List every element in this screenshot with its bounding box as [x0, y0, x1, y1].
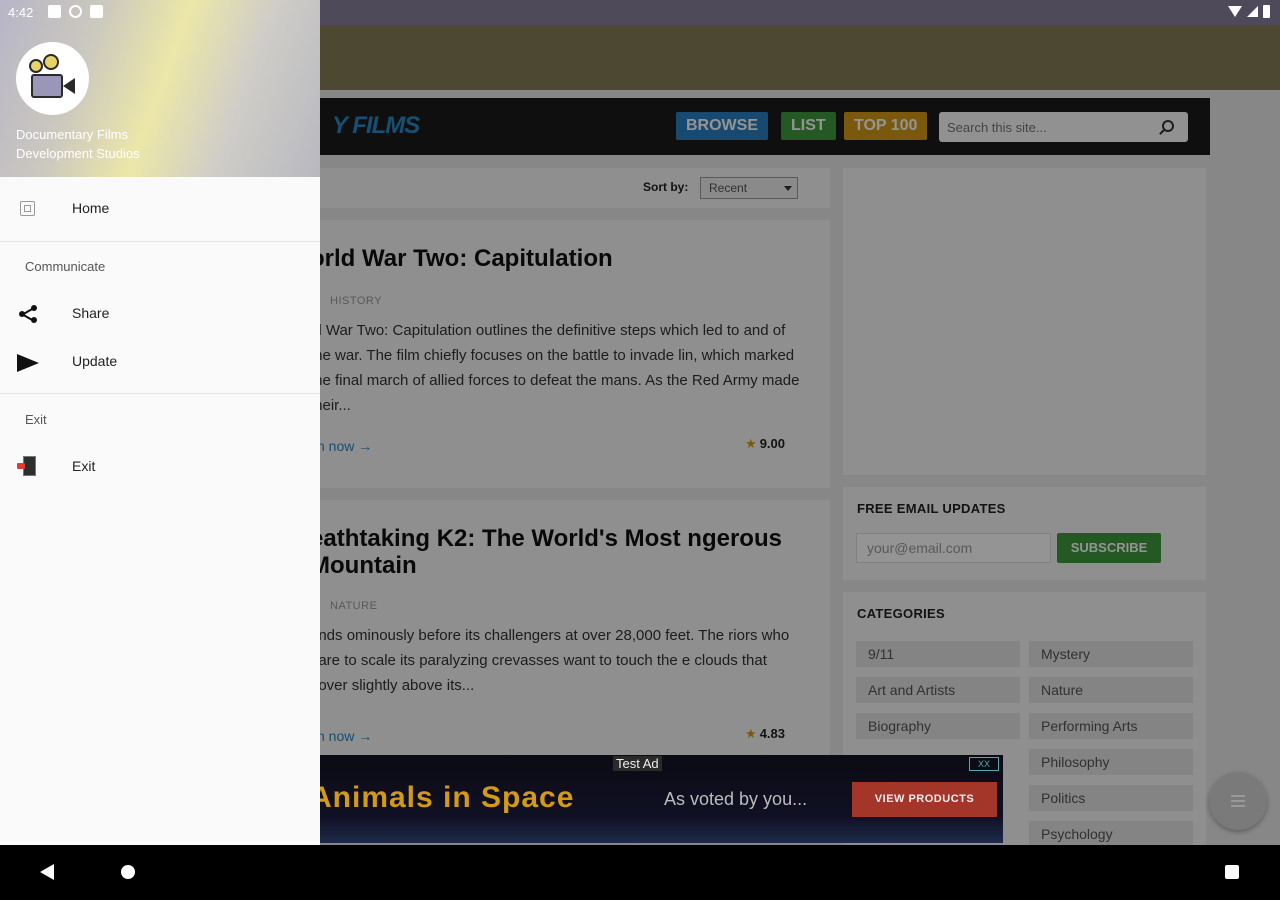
- system-nav-bar: [0, 845, 1280, 900]
- drawer-item-label: Share: [72, 305, 110, 321]
- notification-icon: [69, 5, 82, 18]
- drawer-item-label: Home: [72, 200, 110, 216]
- home-icon: [20, 201, 35, 216]
- app-name-line: Development Studios: [16, 146, 140, 161]
- notification-icon: [90, 5, 103, 18]
- back-icon[interactable]: [40, 864, 54, 880]
- drawer-item-update[interactable]: Update: [0, 338, 320, 386]
- navigation-drawer: 4:42 Documentary Films Development Studi…: [0, 0, 320, 845]
- drawer-item-label: Update: [72, 353, 118, 369]
- drawer-item-exit[interactable]: Exit: [0, 443, 320, 491]
- section-header-exit: Exit: [25, 412, 47, 427]
- notification-icon: [48, 5, 61, 18]
- section-header-communicate: Communicate: [25, 259, 106, 274]
- drawer-app-name: Documentary Films Development Studios: [16, 125, 140, 163]
- drawer-status-area: 4:42: [0, 0, 320, 25]
- share-icon: [17, 303, 39, 325]
- app-avatar: [16, 42, 89, 115]
- drawer-header: 4:42 Documentary Films Development Studi…: [0, 0, 320, 177]
- test-ad-label: Test Ad: [613, 756, 662, 771]
- floating-action-button[interactable]: [1209, 772, 1267, 830]
- notification-icons: [48, 5, 103, 18]
- ad-subtext: As voted by you...: [664, 789, 808, 809]
- ad-banner[interactable]: Test Ad XX Animals in Space As voted by …: [280, 755, 1003, 843]
- battery-icon: [1263, 5, 1270, 18]
- divider: [0, 393, 320, 394]
- drawer-item-label: Exit: [72, 458, 96, 474]
- drawer-item-home[interactable]: Home: [0, 185, 320, 233]
- menu-icon: [1231, 795, 1245, 807]
- divider: [0, 241, 320, 242]
- app-name-line: Documentary Films: [16, 127, 128, 142]
- recents-icon[interactable]: [1225, 865, 1239, 879]
- ad-cta-button[interactable]: VIEW PRODUCTS: [852, 782, 997, 817]
- home-button-icon[interactable]: [121, 865, 135, 879]
- wifi-icon: [1228, 6, 1242, 17]
- ad-headline: Animals in Space: [310, 781, 575, 814]
- ad-close-button[interactable]: XX: [969, 757, 999, 771]
- drawer-item-share[interactable]: Share: [0, 290, 320, 338]
- status-icons: [1228, 5, 1270, 18]
- status-time: 4:42: [8, 5, 34, 20]
- send-icon: [17, 354, 39, 372]
- exit-door-icon: [17, 456, 36, 476]
- signal-icon: [1247, 6, 1258, 17]
